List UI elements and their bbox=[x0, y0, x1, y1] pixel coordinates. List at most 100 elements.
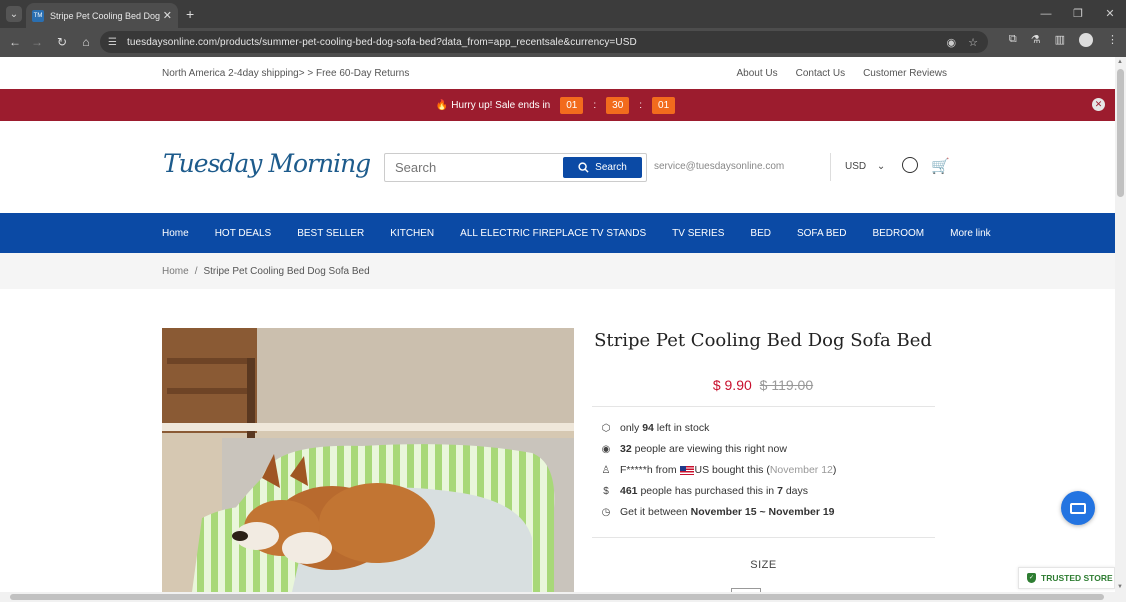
mail-icon bbox=[1070, 502, 1086, 514]
site-logo[interactable]: Tuesday Morning bbox=[163, 149, 371, 178]
menu-kebab-icon[interactable]: ⋮ bbox=[1107, 33, 1118, 47]
extensions-icon[interactable]: ⧉ bbox=[1009, 33, 1017, 47]
stock-line: ⬡ only 94 left in stock bbox=[600, 422, 710, 434]
purchased-line: $ 461 people has purchased this in 7 day… bbox=[600, 485, 808, 497]
nav-sofa-bed[interactable]: SOFA BED bbox=[797, 228, 846, 239]
account-icon[interactable] bbox=[902, 157, 918, 173]
new-tab-icon[interactable]: + bbox=[186, 6, 194, 22]
user-icon: ♙ bbox=[601, 464, 611, 476]
nav-bedroom[interactable]: BEDROOM bbox=[872, 228, 924, 239]
reload-icon[interactable]: ↻ bbox=[53, 33, 71, 51]
purchased-unit: days bbox=[785, 485, 809, 497]
search-input[interactable] bbox=[385, 154, 555, 181]
delivery-pre: Get it between bbox=[620, 506, 688, 518]
close-tab-icon[interactable]: ✕ bbox=[163, 9, 172, 22]
favicon-icon: TM bbox=[32, 9, 44, 22]
shipping-promo: North America 2-4day shipping> > Free 60… bbox=[162, 67, 410, 79]
tab-search-icon[interactable]: ⌄ bbox=[6, 6, 22, 22]
window-controls: — ❐ ✕ bbox=[1030, 0, 1126, 28]
divider bbox=[592, 537, 935, 538]
divider bbox=[592, 406, 935, 407]
buyer-text: bought this ( bbox=[712, 464, 770, 476]
profile-avatar-icon[interactable] bbox=[1079, 33, 1093, 47]
buyer-from: from bbox=[655, 464, 677, 476]
support-email[interactable]: service@tuesdaysonline.com bbox=[654, 161, 784, 172]
address-bar[interactable]: ☰ tuesdaysonline.com/products/summer-pet… bbox=[100, 31, 988, 53]
forward-icon[interactable]: → bbox=[28, 33, 46, 51]
sidebar-icon[interactable]: ▥ bbox=[1055, 33, 1065, 47]
browser-tab[interactable]: TM Stripe Pet Cooling Bed Dog Sofa ✕ bbox=[26, 3, 178, 28]
close-banner-icon[interactable]: ✕ bbox=[1092, 98, 1105, 111]
buyer-date: November 12 bbox=[769, 464, 833, 476]
header-divider bbox=[830, 153, 831, 181]
eye-off-icon[interactable]: ◉ bbox=[947, 36, 957, 49]
nav-best-seller[interactable]: BEST SELLER bbox=[297, 228, 364, 239]
breadcrumb-home[interactable]: Home bbox=[162, 266, 189, 277]
contact-mail-button[interactable] bbox=[1061, 491, 1095, 525]
dog-bed-photo bbox=[162, 328, 574, 592]
dollar-icon: $ bbox=[603, 485, 609, 497]
purchased-days: 7 bbox=[777, 485, 783, 497]
stock-pre: only bbox=[620, 422, 640, 434]
contact-us-link[interactable]: Contact Us bbox=[796, 68, 845, 79]
vertical-scroll-thumb[interactable] bbox=[1117, 69, 1124, 197]
price-block: $ 9.90 $ 119.00 bbox=[592, 377, 934, 393]
viewers-line: ◉ 32 people are viewing this right now bbox=[600, 443, 787, 455]
stock-count: 94 bbox=[642, 422, 654, 434]
web-page: North America 2-4day shipping> > Free 60… bbox=[0, 57, 1115, 592]
currency-label: USD bbox=[845, 161, 867, 172]
horizontal-scroll-thumb[interactable] bbox=[10, 594, 1104, 600]
eye-icon: ◉ bbox=[601, 443, 611, 455]
cart-icon[interactable]: 🛒 bbox=[931, 157, 950, 175]
close-window-icon[interactable]: ✕ bbox=[1094, 0, 1126, 28]
nav-more-link[interactable]: More link bbox=[950, 228, 991, 239]
box-icon: ⬡ bbox=[601, 422, 611, 434]
countdown-seconds: 01 bbox=[652, 96, 676, 114]
recent-buyer-line: ♙ F*****h from US bought this (November … bbox=[600, 464, 837, 476]
nav-tv-series[interactable]: TV SERIES bbox=[672, 228, 724, 239]
currency-selector[interactable]: USD ⌄ bbox=[845, 161, 885, 172]
stock-post: left in stock bbox=[656, 422, 710, 434]
nav-bed[interactable]: BED bbox=[750, 228, 771, 239]
lab-icon[interactable]: ⚗ bbox=[1031, 33, 1041, 47]
bookmark-star-icon[interactable]: ☆ bbox=[968, 36, 978, 49]
trusted-label: TRUSTED STORE bbox=[1041, 573, 1113, 583]
back-icon[interactable]: ← bbox=[6, 33, 24, 51]
purchased-count: 461 bbox=[620, 485, 638, 497]
nav-fireplace-tv-stands[interactable]: ALL ELECTRIC FIREPLACE TV STANDS bbox=[460, 228, 646, 239]
buyer-country: US bbox=[694, 464, 710, 476]
search-button-label: Search bbox=[595, 162, 627, 173]
minimize-icon[interactable]: — bbox=[1030, 0, 1062, 28]
nav-home[interactable]: Home bbox=[162, 228, 189, 239]
about-us-link[interactable]: About Us bbox=[736, 68, 777, 79]
chevron-down-icon: ⌄ bbox=[876, 161, 886, 172]
search-button[interactable]: Search bbox=[563, 157, 642, 178]
breadcrumb-current: Stripe Pet Cooling Bed Dog Sofa Bed bbox=[203, 265, 370, 277]
buyer-close: ) bbox=[832, 464, 837, 476]
url-text: tuesdaysonline.com/products/summer-pet-c… bbox=[126, 36, 637, 48]
top-strip: North America 2-4day shipping> > Free 60… bbox=[0, 57, 1115, 89]
sale-text: Hurry up! Sale ends in bbox=[451, 99, 551, 111]
clock-icon: ◷ bbox=[601, 506, 611, 518]
scroll-down-icon[interactable]: ▼ bbox=[1117, 584, 1123, 590]
horizontal-scrollbar[interactable] bbox=[0, 592, 1126, 602]
viewers-text: people are viewing this right now bbox=[634, 443, 787, 455]
purchased-text: people has purchased this in bbox=[640, 485, 775, 497]
trusted-store-badge[interactable]: ✓ TRUSTED STORE bbox=[1018, 567, 1115, 589]
shield-check-icon: ✓ bbox=[1027, 573, 1036, 583]
sale-price: $ 9.90 bbox=[712, 377, 752, 393]
us-flag-icon bbox=[679, 465, 694, 475]
nav-hot-deals[interactable]: HOT DEALS bbox=[215, 228, 272, 239]
customer-reviews-link[interactable]: Customer Reviews bbox=[863, 68, 947, 79]
tab-title: Stripe Pet Cooling Bed Dog Sofa bbox=[50, 10, 160, 21]
vertical-scrollbar[interactable]: ▲ ▼ bbox=[1115, 57, 1126, 592]
site-info-icon[interactable]: ☰ bbox=[108, 37, 117, 48]
countdown-hours: 01 bbox=[560, 96, 584, 114]
home-icon[interactable]: ⌂ bbox=[77, 33, 95, 51]
maximize-icon[interactable]: ❐ bbox=[1062, 0, 1094, 28]
scroll-up-icon[interactable]: ▲ bbox=[1117, 59, 1123, 65]
nav-kitchen[interactable]: KITCHEN bbox=[390, 228, 434, 239]
search-box: Search bbox=[384, 153, 647, 182]
fire-icon: 🔥 bbox=[435, 99, 449, 111]
product-image[interactable] bbox=[162, 328, 574, 592]
